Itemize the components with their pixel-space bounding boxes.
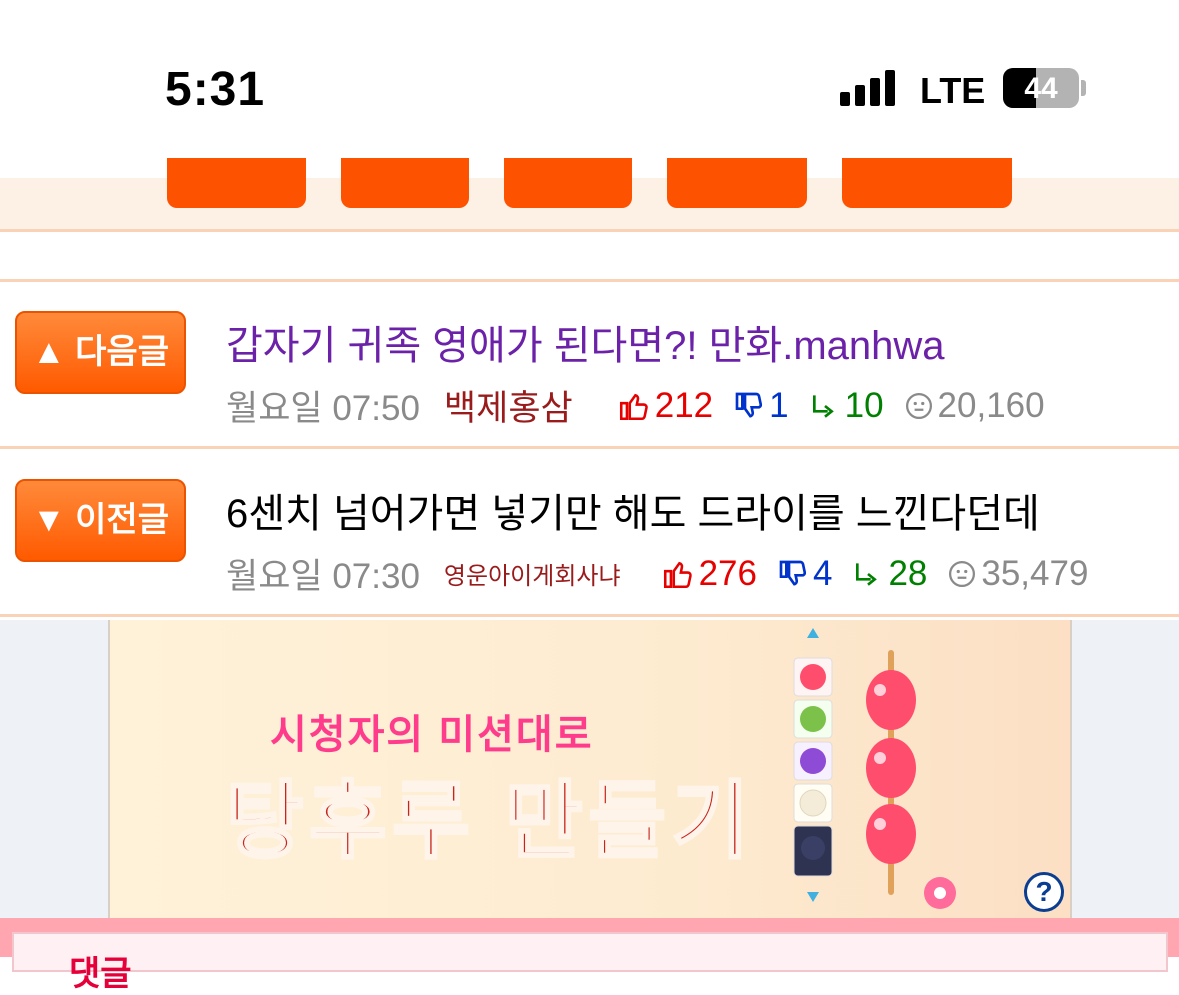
- menu-button-5[interactable]: [842, 158, 1012, 208]
- comments-label: 댓글: [69, 955, 132, 993]
- next-post-title[interactable]: 갑자기 귀족 영애가 된다면?! 만화.manhwa: [226, 313, 945, 371]
- battery-level: 44: [1024, 72, 1058, 105]
- prev-post-button[interactable]: ▼ 이전글: [15, 479, 186, 562]
- ad-help-button[interactable]: ?: [1024, 872, 1064, 912]
- menu-button-2[interactable]: [341, 158, 469, 208]
- post-author[interactable]: 백제홍삼: [444, 380, 573, 431]
- comments-section: 댓글: [0, 918, 1179, 993]
- thumbs-down-icon: [735, 392, 763, 418]
- battery-icon: 44: [1003, 68, 1079, 108]
- views-stat: 20,160: [904, 386, 1045, 426]
- tanghulu-illustration-icon: [793, 628, 956, 909]
- likes-stat: 276: [661, 554, 757, 594]
- thumbs-down-icon: [779, 560, 807, 586]
- replies-stat: 10: [809, 386, 884, 426]
- next-post-button[interactable]: ▲ 다음글: [15, 311, 186, 394]
- menu-button-4[interactable]: [667, 158, 807, 208]
- ad-subtitle: 시청자의 미션대로: [270, 713, 594, 757]
- reply-arrow-icon: [812, 394, 834, 418]
- replies-count: 28: [888, 553, 928, 593]
- prev-post-meta: 월요일 07:30 영운아이게회사냐 276 4 28 35,479: [226, 548, 1088, 599]
- dislikes-count: 1: [769, 385, 789, 425]
- reply-arrow-icon: [856, 562, 878, 586]
- cellular-signal-icon: [840, 70, 900, 106]
- menu-button-1[interactable]: [167, 158, 306, 208]
- dislikes-stat: 4: [777, 554, 832, 594]
- smiley-icon: [905, 392, 932, 419]
- post-date: 월요일 07:50: [226, 389, 420, 428]
- views-count: 20,160: [937, 385, 1045, 425]
- next-post-row[interactable]: ▲ 다음글 갑자기 귀족 영애가 된다면?! 만화.manhwa 월요일 07:…: [0, 282, 1179, 449]
- network-type: LTE: [920, 70, 986, 111]
- replies-stat: 28: [852, 554, 927, 594]
- dislikes-stat: 1: [733, 385, 789, 426]
- views-stat: 35,479: [947, 554, 1088, 594]
- post-date: 월요일 07:30: [226, 557, 420, 596]
- views-count: 35,479: [981, 553, 1089, 593]
- comments-box: 댓글: [12, 932, 1168, 993]
- ad-headline: 탕후루 만들기: [224, 773, 756, 870]
- battery-tip: [1081, 80, 1086, 96]
- replies-count: 10: [844, 385, 884, 425]
- status-bar: 5:31 LTE 44: [0, 0, 1179, 178]
- likes-stat: 212: [617, 386, 713, 426]
- thumbs-up-icon: [663, 561, 692, 588]
- dislikes-count: 4: [812, 553, 833, 593]
- next-post-meta: 월요일 07:50 백제홍삼 212 1 10 20,160: [226, 380, 1045, 431]
- post-author[interactable]: 영운아이게회사냐: [444, 556, 621, 591]
- smiley-icon: [949, 560, 976, 587]
- prev-post-row[interactable]: ▼ 이전글 6센치 넘어가면 넣기만 해도 드라이를 느낀다던데 월요일 07:…: [0, 450, 1179, 617]
- divider-row: [0, 235, 1179, 282]
- ad-banner[interactable]: 시청자의 미션대로 탕후루 만들기 ?: [108, 620, 1072, 920]
- thumbs-up-icon: [619, 393, 648, 420]
- prev-post-title[interactable]: 6센치 넘어가면 넣기만 해도 드라이를 느낀다던데: [226, 481, 1040, 539]
- status-time: 5:31: [165, 63, 266, 116]
- likes-count: 276: [698, 553, 757, 593]
- menu-button-3[interactable]: [504, 158, 632, 208]
- board-menu-strip: [0, 158, 1179, 232]
- likes-count: 212: [654, 385, 714, 425]
